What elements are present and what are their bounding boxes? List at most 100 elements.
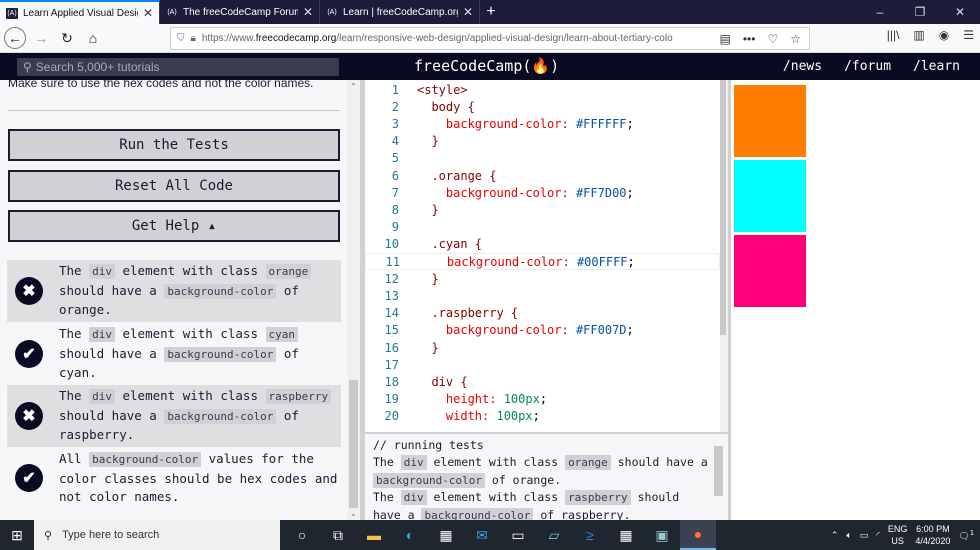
code-line[interactable]: 11 background-color: #00FFFF; [365, 253, 720, 271]
editor-scrollbar[interactable] [720, 80, 728, 432]
minimize-button[interactable]: – [860, 0, 900, 24]
scroll-down-icon[interactable]: ⌄ [347, 509, 360, 518]
battery-icon[interactable]: ▭ [860, 530, 869, 541]
inline-code: background-color [164, 283, 277, 299]
notification-center-icon[interactable]: 🗨︎1 [958, 528, 974, 542]
scroll-thumb[interactable] [349, 380, 358, 508]
bookmark-star-icon[interactable]: ☆ [790, 32, 801, 46]
code-line[interactable]: 14 .raspberry { [365, 305, 720, 322]
code-line[interactable]: 9 [365, 219, 720, 236]
windows-start-icon[interactable]: ⊞ [0, 527, 34, 544]
instructions-scrollbar[interactable]: ⌃ ⌄ [347, 80, 360, 520]
line-number: 8 [391, 202, 399, 217]
code-line[interactable]: 15 background-color: #FF007D; [365, 322, 720, 339]
line-code: width: 100px; [417, 409, 540, 424]
page-actions-icon[interactable]: ••• [743, 32, 756, 46]
restore-button[interactable]: ❐ [900, 0, 940, 24]
inline-code: cyan [265, 327, 298, 342]
cortana-icon[interactable]: ○ [284, 520, 320, 550]
nav-learn[interactable]: /learn [913, 59, 960, 74]
account-icon[interactable]: ◉ [939, 28, 949, 42]
code-line[interactable]: 2 body { [365, 98, 720, 115]
code-line[interactable]: 6 .orange { [365, 167, 720, 184]
mail-icon[interactable]: ✉ [464, 520, 500, 550]
console-message: The div element with class orange should… [373, 455, 708, 488]
wifi-icon[interactable]: ◜ [876, 530, 880, 541]
code-line[interactable]: 3 background-color: #FFFFFF; [365, 115, 720, 132]
close-tab-icon[interactable]: ✕ [303, 5, 313, 19]
code-line[interactable]: 8 } [365, 201, 720, 218]
console-message: The div element with class raspberry sho… [373, 490, 680, 523]
home-button[interactable]: ⌂ [82, 27, 104, 49]
code-line[interactable]: 16 } [365, 339, 720, 356]
tab-fcc-forum[interactable]: (A) The freeCodeCamp Forum - Jo ✕ [160, 0, 320, 24]
new-tab-button[interactable]: + [480, 0, 502, 24]
edge-icon[interactable]: ◐ [392, 520, 428, 550]
store-icon[interactable]: ▦ [428, 520, 464, 550]
tab-learn-fcc[interactable]: (A) Learn | freeCodeCamp.org ✕ [320, 0, 480, 24]
reload-button[interactable]: ↻ [56, 27, 78, 49]
code-line[interactable]: 7 background-color: #FF7D00; [365, 184, 720, 201]
close-tab-icon[interactable]: ✕ [463, 5, 473, 19]
url-bar[interactable]: ⛉ 🔒︎ https://www.freecodecamp.org/learn/… [170, 27, 810, 50]
test-text: The div element with class raspberry sho… [59, 387, 341, 445]
scroll-thumb[interactable] [714, 446, 723, 496]
line-number: 4 [391, 134, 399, 149]
library-icon[interactable]: |||\ [887, 28, 900, 42]
code-line[interactable]: 13 [365, 287, 720, 304]
line-number: 15 [384, 323, 399, 338]
language-indicator[interactable]: ENG US [888, 523, 908, 547]
test-text: The div element with class orange should… [59, 262, 341, 320]
nav-news[interactable]: /news [783, 59, 822, 74]
get-help-button[interactable]: Get Help ▴ [8, 210, 340, 242]
code-line[interactable]: 17 [365, 356, 720, 373]
powershell-icon[interactable]: ≥ [572, 520, 608, 550]
close-window-button[interactable]: ✕ [940, 0, 980, 24]
back-button[interactable]: ← [4, 27, 26, 49]
code-editor[interactable]: 1 <style> 2 body {3 background-color: #FFF… [365, 80, 720, 432]
firefox-icon[interactable]: ● [680, 520, 716, 550]
url-text: https://www.freecodecamp.org/learn/respo… [201, 33, 673, 44]
code-line[interactable]: 19 height: 100px; [365, 391, 720, 408]
scroll-thumb[interactable] [720, 80, 726, 335]
inline-code: raspberry [565, 490, 631, 506]
code-line[interactable]: 4 } [365, 133, 720, 150]
tracking-shield-icon[interactable]: ⛉ [177, 33, 185, 44]
code-line[interactable]: 1 <style> [365, 81, 720, 98]
search-input[interactable]: ⚲ Search 5,000+ tutorials [17, 57, 339, 76]
line-code: <style> [417, 82, 468, 97]
notepad-icon[interactable]: ▱ [536, 520, 572, 550]
terminal-icon[interactable]: ▭ [500, 520, 536, 550]
line-code: } [417, 340, 439, 355]
forward-button[interactable]: → [30, 27, 52, 49]
taskbar-search-input[interactable]: ⚲ Type here to search [34, 520, 280, 550]
code-line[interactable]: 5 [365, 150, 720, 167]
code-line[interactable]: 18 div { [365, 373, 720, 390]
fcc-logo[interactable]: freeCodeCamp(🔥) [414, 57, 559, 75]
run-tests-button[interactable]: Run the Tests [8, 129, 340, 161]
file-explorer-icon[interactable]: ▬ [356, 520, 392, 550]
console-header: // running tests [373, 438, 484, 452]
volume-icon[interactable]: 🔈︎ [846, 530, 851, 541]
console-scrollbar[interactable] [712, 434, 725, 520]
task-view-icon[interactable]: ⧉ [320, 520, 356, 550]
code-line[interactable]: 10 .cyan { [365, 236, 720, 253]
code-line[interactable]: 20 width: 100px; [365, 408, 720, 425]
code-line[interactable]: 12 } [365, 270, 720, 287]
clock[interactable]: 6:00 PM 4/4/2020 [915, 523, 950, 547]
line-code: height: 100px; [417, 392, 548, 407]
tab-learn-applied-visual-design[interactable]: (A) Learn Applied Visual Design: Le ✕ [0, 0, 160, 24]
menu-icon[interactable]: ☰ [963, 28, 974, 42]
nav-forum[interactable]: /forum [844, 59, 891, 74]
pocket-icon[interactable]: ♡ [767, 32, 778, 46]
inline-code: background-color [89, 452, 202, 467]
show-hidden-icons[interactable]: ⌃ [831, 530, 839, 541]
scroll-up-icon[interactable]: ⌃ [347, 82, 360, 91]
sidebar-icon[interactable]: ▥ [913, 28, 924, 42]
remote-desktop-icon[interactable]: ▣ [644, 520, 680, 550]
reset-code-button[interactable]: Reset All Code [8, 170, 340, 202]
reader-view-icon[interactable]: ▤ [720, 32, 731, 46]
calculator-icon[interactable]: ▦ [608, 520, 644, 550]
close-tab-icon[interactable]: ✕ [143, 6, 153, 20]
pass-check-icon: ✔ [15, 339, 43, 368]
